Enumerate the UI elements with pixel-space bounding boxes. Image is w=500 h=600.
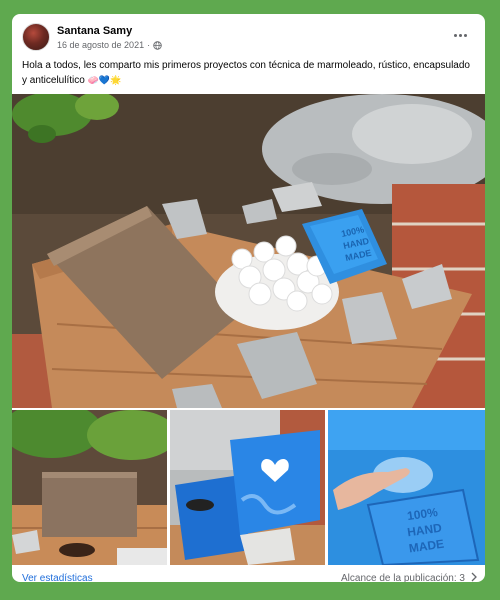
avatar[interactable] xyxy=(22,23,50,51)
post-header: Santana Samy 16 de agosto de 2021 · xyxy=(12,14,485,64)
photo-thumbnail-1[interactable] xyxy=(12,410,167,565)
post-date[interactable]: 16 de agosto de 2021 xyxy=(57,40,144,50)
main-photo-image: 100% HAND MADE xyxy=(12,94,485,408)
author-name[interactable]: Santana Samy xyxy=(57,25,132,37)
post-emojis: 🧼💙🌟 xyxy=(87,76,122,86)
photo-thumbnail-2[interactable] xyxy=(170,410,325,565)
photo-thumbnail-3[interactable]: 100% HAND MADE xyxy=(328,410,485,565)
globe-icon xyxy=(153,40,162,50)
thumbnail-3-image: 100% HAND MADE xyxy=(328,410,485,565)
meta-separator: · xyxy=(147,40,151,50)
post-reach: Alcance de la publicación: 3 xyxy=(341,573,465,582)
chevron-right-icon[interactable] xyxy=(469,572,479,582)
post-card: Santana Samy 16 de agosto de 2021 · Hola… xyxy=(12,14,485,582)
post-text: Hola a todos, les comparto mis primeros … xyxy=(22,58,474,89)
thumbnail-1-image xyxy=(12,410,167,565)
more-options-button[interactable] xyxy=(451,28,469,42)
post-footer: Ver estadísticas Alcance de la publicaci… xyxy=(12,570,485,582)
thumbnail-2-image xyxy=(170,410,325,565)
more-dots-icon xyxy=(453,33,457,37)
view-stats-link[interactable]: Ver estadísticas xyxy=(22,573,93,582)
main-photo[interactable]: 100% HAND MADE xyxy=(12,94,485,408)
post-meta: 16 de agosto de 2021 · xyxy=(57,40,162,50)
